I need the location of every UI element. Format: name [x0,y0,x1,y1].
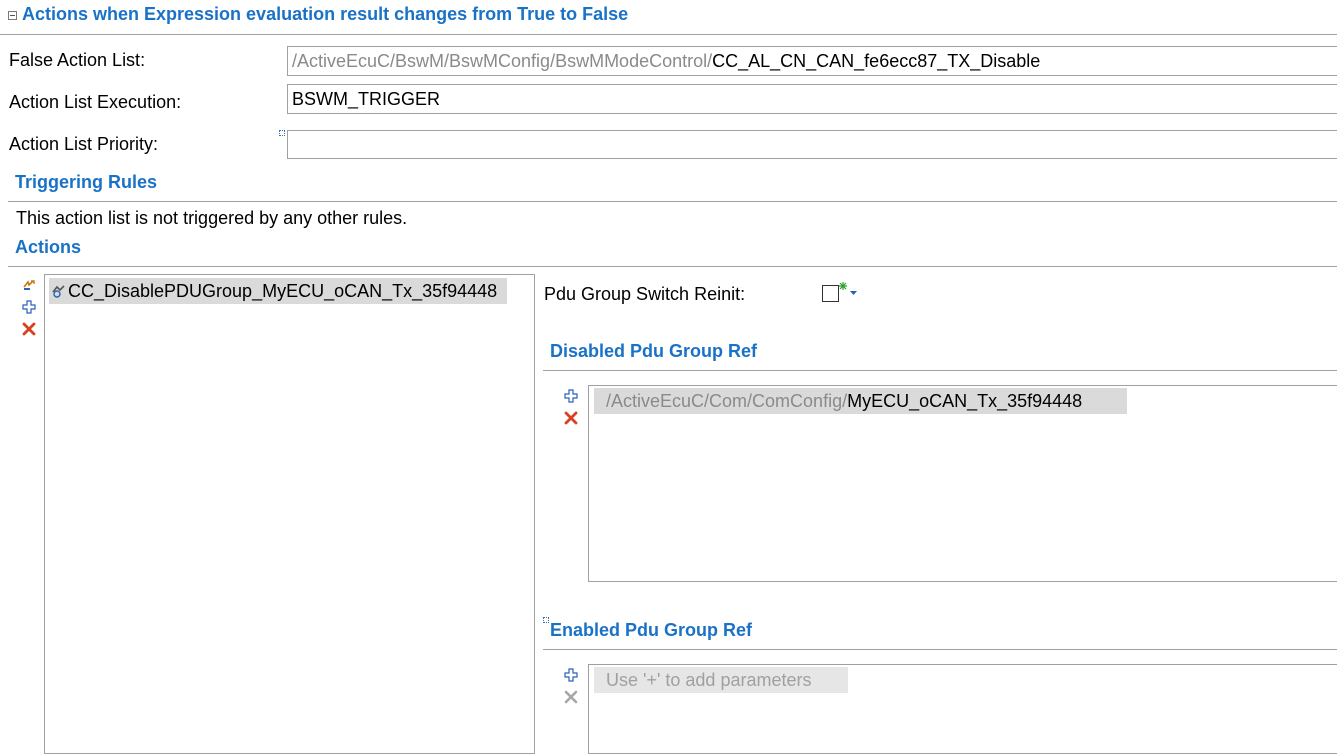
disabled-pdu-group-value: MyECU_oCAN_Tx_35f94448 [847,391,1083,411]
enabled-pdu-group-ref-divider [543,649,1337,650]
false-action-list-label: False Action List: [9,50,146,70]
actions-title: Actions [15,237,82,257]
enabled-pdu-group-placeholder: Use '+' to add parameters [594,667,848,693]
action-type-icon[interactable] [22,278,36,292]
triggering-rules-title: Triggering Rules [15,172,158,192]
triggering-rules-message: This action list is not triggered by any… [16,208,408,228]
enabled-pdu-group-ref-title: Enabled Pdu Group Ref [550,620,753,640]
false-action-list-field[interactable]: /ActiveEcuC/BswM/BswMConfig/BswMModeCont… [287,46,1337,76]
action-list-priority-input[interactable] [287,130,1337,159]
placeholder-text: Use '+' to add parameters [606,670,812,690]
delete-icon[interactable] [22,322,36,336]
disabled-pdu-group-ref-divider [543,370,1337,371]
info-marker-icon [279,130,285,136]
info-marker-icon [543,617,549,623]
actions-list[interactable]: CC_DisablePDUGroup_MyECU_oCAN_Tx_35f9444… [44,274,535,754]
list-item[interactable]: /ActiveEcuC/Com/ComConfig/MyECU_oCAN_Tx_… [594,388,1127,414]
x-icon [564,690,578,704]
triggering-rules-divider [8,201,1337,202]
default-indicator-icon [839,282,847,290]
action-list-execution-label: Action List Execution: [9,92,182,112]
pdu-group-switch-reinit-checkbox[interactable] [822,285,839,302]
section-title: Actions when Expression evaluation resul… [22,4,629,24]
pdu-group-switch-reinit-label: Pdu Group Switch Reinit: [544,284,746,304]
dropdown-arrow-icon[interactable] [849,290,858,296]
x-icon[interactable] [564,411,578,425]
action-list-execution-field[interactable]: BSWM_TRIGGER [287,84,1337,114]
list-item[interactable]: CC_DisablePDUGroup_MyECU_oCAN_Tx_35f9444… [49,278,507,304]
disabled-pdu-group-ref-title: Disabled Pdu Group Ref [550,341,758,361]
plus-icon[interactable] [564,668,578,682]
plus-icon[interactable] [564,389,578,403]
collapse-icon[interactable] [8,11,17,20]
action-list-priority-label: Action List Priority: [9,134,159,154]
disabled-pdu-group-path-prefix: /ActiveEcuC/Com/ComConfig/ [606,391,848,411]
add-icon[interactable] [22,300,36,314]
action-item-icon [52,285,65,298]
action-item-label: CC_DisablePDUGroup_MyECU_oCAN_Tx_35f9444… [68,281,498,301]
false-action-list-path-prefix: /ActiveEcuC/BswM/BswMConfig/BswMModeCont… [292,51,713,71]
disabled-pdu-group-ref-list[interactable]: /ActiveEcuC/Com/ComConfig/MyECU_oCAN_Tx_… [588,385,1337,582]
section-divider [0,34,1337,35]
action-list-execution-value: BSWM_TRIGGER [292,89,441,109]
actions-divider [8,266,1337,267]
false-action-list-value: CC_AL_CN_CAN_fe6ecc87_TX_Disable [712,51,1041,71]
